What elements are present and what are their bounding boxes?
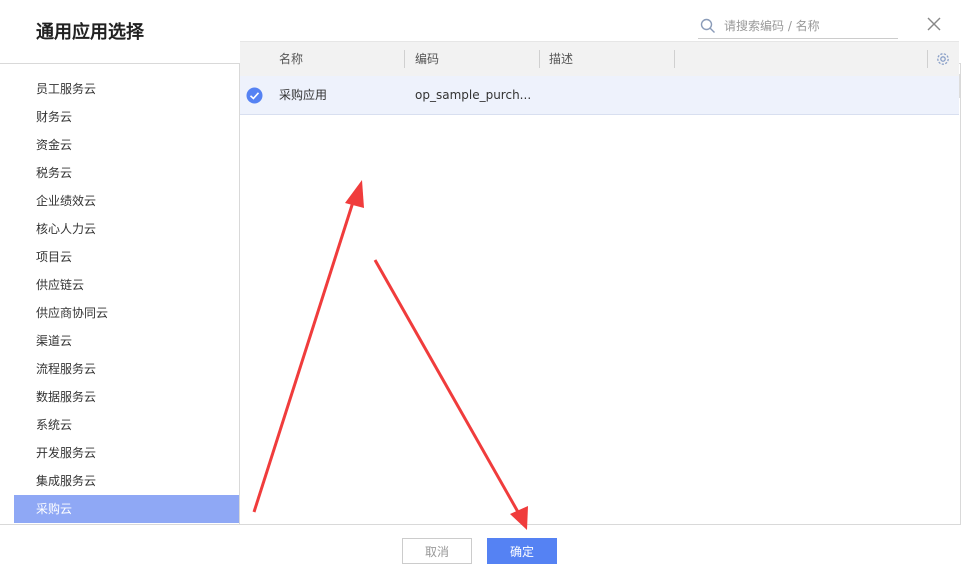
sidebar-item-data-cloud[interactable]: 数据服务云 <box>14 383 239 411</box>
sidebar-item-channel-cloud[interactable]: 渠道云 <box>14 327 239 355</box>
sidebar-item-employee-service-cloud[interactable]: 员工服务云 <box>14 75 239 103</box>
search-input[interactable] <box>722 18 896 34</box>
sidebar-item-project-cloud[interactable]: 项目云 <box>14 243 239 271</box>
column-divider[interactable] <box>539 50 540 68</box>
sidebar-item-tax-cloud[interactable]: 税务云 <box>14 159 239 187</box>
dialog-body: 员工服务云 财务云 资金云 税务云 企业绩效云 核心人力云 项目云 供应链云 供… <box>0 63 961 525</box>
column-header-name[interactable]: 名称 <box>279 42 303 76</box>
sidebar-item-supply-chain-cloud[interactable]: 供应链云 <box>14 271 239 299</box>
dialog-title: 通用应用选择 <box>36 22 144 43</box>
search-icon <box>700 18 715 33</box>
sidebar-item-procurement-cloud[interactable]: 采购云 <box>14 495 239 523</box>
sidebar: 员工服务云 财务云 资金云 税务云 企业绩效云 核心人力云 项目云 供应链云 供… <box>0 64 240 524</box>
cell-code: op_sample_purch... <box>415 88 532 102</box>
sidebar-item-dev-cloud[interactable]: 开发服务云 <box>14 439 239 467</box>
sidebar-item-integration-cloud[interactable]: 集成服务云 <box>14 467 239 495</box>
sidebar-item-performance-cloud[interactable]: 企业绩效云 <box>14 187 239 215</box>
close-icon[interactable] <box>926 16 942 32</box>
table-header: 名称 编码 描述 <box>240 41 959 77</box>
search-box[interactable] <box>698 14 898 39</box>
column-divider <box>927 50 928 68</box>
confirm-button[interactable]: 确定 <box>487 538 557 564</box>
sidebar-item-fund-cloud[interactable]: 资金云 <box>14 131 239 159</box>
cell-name: 采购应用 <box>279 88 328 102</box>
sidebar-item-core-hr-cloud[interactable]: 核心人力云 <box>14 215 239 243</box>
column-header-desc[interactable]: 描述 <box>549 42 573 76</box>
checked-circle-icon[interactable] <box>246 87 263 104</box>
gear-icon[interactable] <box>934 50 952 68</box>
sidebar-item-process-cloud[interactable]: 流程服务云 <box>14 355 239 383</box>
sidebar-item-system-cloud[interactable]: 系统云 <box>14 411 239 439</box>
column-divider[interactable] <box>674 50 675 68</box>
table-row[interactable]: 采购应用 op_sample_purch... <box>240 76 959 115</box>
cancel-button[interactable]: 取消 <box>402 538 472 564</box>
sidebar-item-supplier-collab-cloud[interactable]: 供应商协同云 <box>14 299 239 327</box>
column-header-code[interactable]: 编码 <box>415 42 439 76</box>
sidebar-item-finance-cloud[interactable]: 财务云 <box>14 103 239 131</box>
column-divider[interactable] <box>404 50 405 68</box>
